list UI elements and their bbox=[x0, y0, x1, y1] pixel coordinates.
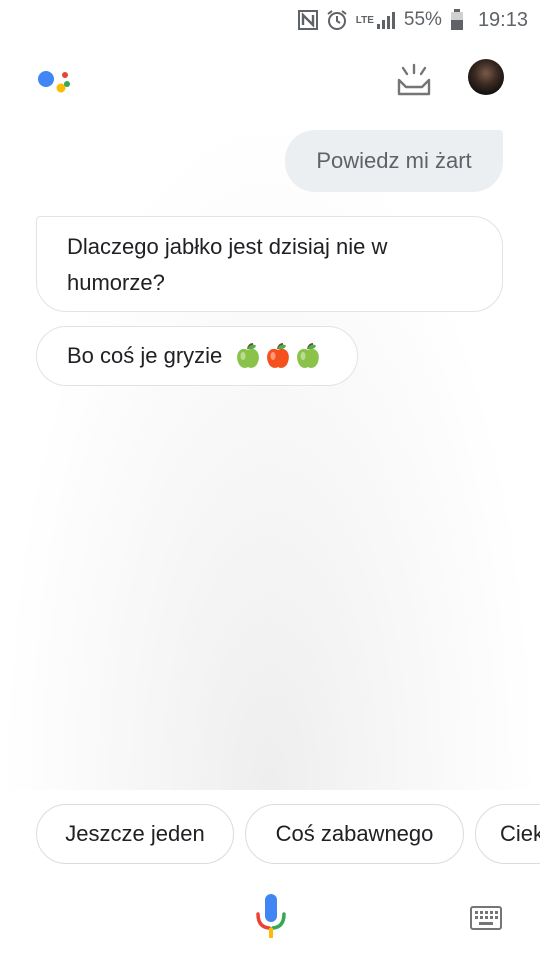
lte-signal-icon: LTE bbox=[356, 10, 396, 30]
assistant-punchline-text: Bo coś je gryzie bbox=[67, 343, 223, 368]
user-query-text: Powiedz mi żart bbox=[316, 148, 472, 173]
google-assistant-logo-icon bbox=[36, 60, 76, 100]
suggestion-chip[interactable]: Jeszcze jeden bbox=[36, 804, 234, 864]
suggestion-chip[interactable]: Coś zabawnego bbox=[245, 804, 464, 864]
input-bar bbox=[0, 880, 540, 960]
suggestion-chips: Jeszcze jeden Coś zabawnego Ciek bbox=[0, 790, 540, 880]
suggestion-chip-label: Coś zabawnego bbox=[275, 821, 434, 846]
keyboard-icon[interactable] bbox=[470, 906, 502, 930]
updates-tray-icon[interactable] bbox=[396, 62, 432, 96]
suggestion-chip-label: Ciek bbox=[500, 821, 540, 846]
nfc-icon bbox=[297, 10, 318, 30]
assistant-punchline-bubble: Bo coś je gryzie bbox=[36, 326, 358, 386]
assistant-header bbox=[0, 50, 540, 110]
network-label: LTE bbox=[355, 14, 374, 26]
green-apple-emoji-icon bbox=[237, 343, 260, 368]
account-avatar[interactable] bbox=[468, 59, 504, 95]
microphone-icon[interactable] bbox=[255, 894, 287, 944]
suggestion-chip-label: Jeszcze jeden bbox=[65, 821, 205, 846]
apple-emojis bbox=[234, 342, 322, 370]
clock-time: 19:13 bbox=[477, 8, 528, 31]
red-apple-emoji-icon bbox=[267, 343, 290, 368]
assistant-response-text: Dlaczego jabłko jest dzisiaj nie w humor… bbox=[67, 234, 388, 295]
suggestion-chip[interactable]: Ciek bbox=[475, 804, 540, 864]
assistant-response-bubble: Dlaczego jabłko jest dzisiaj nie w humor… bbox=[36, 216, 503, 312]
battery-percentage: 55% bbox=[403, 9, 442, 30]
conversation-area bbox=[0, 110, 540, 790]
alarm-clock-icon bbox=[326, 9, 348, 31]
user-query-bubble: Powiedz mi żart bbox=[285, 130, 503, 192]
battery-icon bbox=[450, 9, 464, 31]
status-bar: LTE 55% 19:13 bbox=[0, 0, 540, 40]
green-apple-emoji-icon bbox=[297, 343, 320, 368]
